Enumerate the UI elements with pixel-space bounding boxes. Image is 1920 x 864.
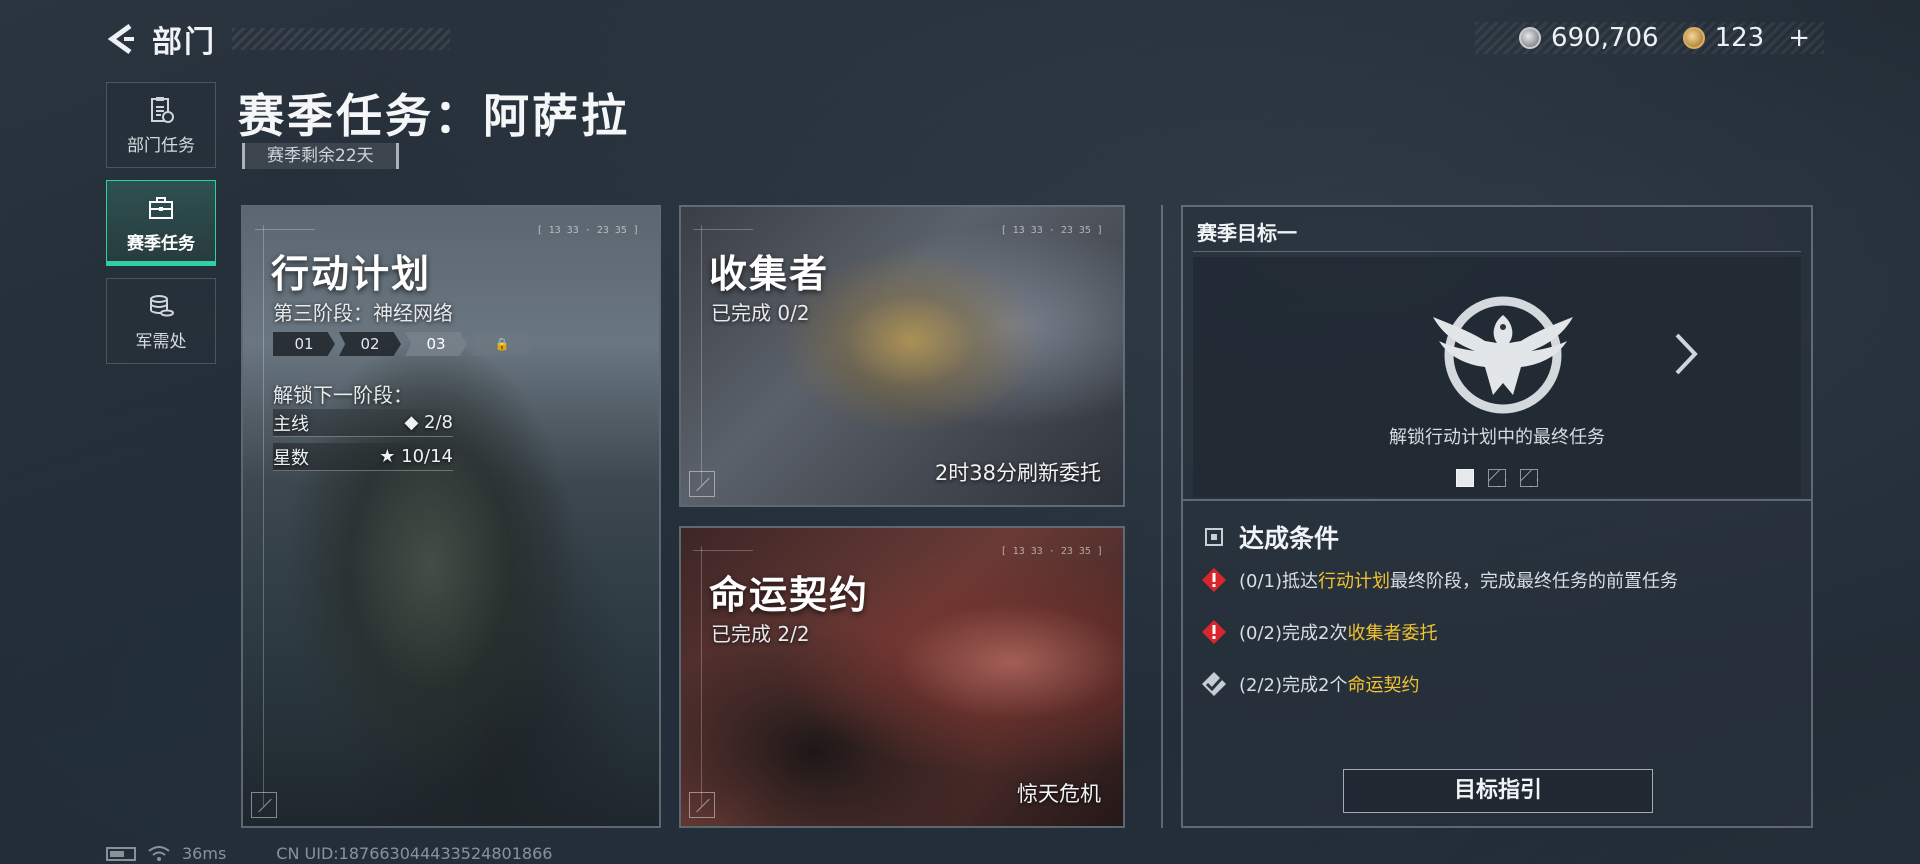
sidebar-item-department-tasks[interactable]: 部门任务 xyxy=(106,82,216,168)
goal-heading: 赛季目标一 xyxy=(1197,221,1297,245)
condition-item: (0/1)抵达行动计划最终阶段，完成最终任务的前置任务 xyxy=(1201,567,1678,593)
task-clipboard-icon xyxy=(151,96,174,123)
operation-plan-card[interactable]: [ 13 33 · 23 35 ] 行动计划 第三阶段：神经网络 01 02 0… xyxy=(241,205,661,828)
stars-value: ★ 10/14 xyxy=(379,446,453,467)
season-goal-panel: 赛季目标一 解锁行动计划中的最终任务 达成条件 (0/1)抵达行动计划最终阶段，… xyxy=(1181,205,1813,828)
warning-diamond-icon xyxy=(1202,568,1226,592)
stage-step: 01 xyxy=(273,332,335,356)
gold-coin-icon xyxy=(1682,27,1705,49)
ping-value: 36ms xyxy=(182,844,227,863)
stars-progress: 星数 ★ 10/14 xyxy=(273,443,453,471)
condition-highlight: 行动计划 xyxy=(1318,571,1391,592)
page-dot[interactable] xyxy=(1520,469,1538,487)
panel-divider xyxy=(1161,205,1163,828)
card-stamp: [ 13 33 · 23 35 ] xyxy=(1000,546,1103,557)
check-diamond-icon xyxy=(1202,672,1226,696)
card-title: 行动计划 xyxy=(271,252,432,296)
warning-diamond-icon xyxy=(1202,620,1226,644)
currency-bar: 690,706 123 + xyxy=(1475,22,1824,54)
add-gold-button[interactable]: + xyxy=(1788,23,1810,53)
sidebar-item-label: 军需处 xyxy=(135,331,187,352)
card-guide-line xyxy=(701,225,702,485)
silver-amount: 690,706 xyxy=(1551,23,1659,53)
condition-item: (0/2)完成2次收集者委托 xyxy=(1201,619,1437,645)
fate-contract-card[interactable]: [ 13 33 · 23 35 ] 命运契约 已完成 2/2 惊天危机 xyxy=(679,526,1125,828)
card-title: 命运契约 xyxy=(709,573,870,617)
page-dot[interactable] xyxy=(1488,469,1506,487)
expand-icon xyxy=(689,471,715,497)
wifi-icon xyxy=(148,845,170,861)
section-square-icon xyxy=(1205,528,1223,546)
sidebar-item-label: 部门任务 xyxy=(127,135,195,156)
card-guide-line xyxy=(701,546,702,806)
stars-label: 星数 xyxy=(273,447,309,469)
header-hatch-decoration xyxy=(232,28,450,50)
contract-name: 惊天危机 xyxy=(1017,782,1101,806)
expand-icon xyxy=(251,792,277,818)
conditions-title: 达成条件 xyxy=(1239,524,1340,553)
stage-step-current: 03 xyxy=(405,332,467,356)
page-title: 赛季任务：阿萨拉 xyxy=(238,89,630,143)
back-nav[interactable]: 部门 xyxy=(104,18,216,60)
user-uid: CN UID:187663044433524801866 xyxy=(276,844,553,863)
condition-text: (2/2)完成2个命运契约 xyxy=(1239,675,1420,696)
card-stamp: [ 13 33 · 23 35 ] xyxy=(1000,225,1103,236)
goal-divider xyxy=(1193,251,1801,252)
sidebar-item-label: 赛季任务 xyxy=(127,233,195,254)
condition-highlight: 收集者委托 xyxy=(1347,623,1438,644)
battery-icon xyxy=(106,846,136,861)
condition-item: (2/2)完成2个命运契约 xyxy=(1201,671,1419,697)
card-guide-line xyxy=(255,229,315,230)
conditions-header: 达成条件 xyxy=(1205,519,1339,555)
unlock-next-stage-label: 解锁下一阶段： xyxy=(273,383,413,407)
sidebar-item-season-tasks[interactable]: 赛季任务 xyxy=(106,180,216,266)
silver-coin-icon xyxy=(1519,27,1542,49)
collector-card[interactable]: [ 13 33 · 23 35 ] 收集者 已完成 0/2 2时38分刷新委托 xyxy=(679,205,1125,507)
condition-text: (0/2)完成2次收集者委托 xyxy=(1239,623,1438,644)
season-briefcase-icon xyxy=(149,196,173,219)
stage-locked-lock-icon: 🔒 xyxy=(471,332,533,356)
contract-progress: 已完成 2/2 xyxy=(711,622,810,646)
back-title: 部门 xyxy=(152,25,216,60)
goal-page-indicator xyxy=(1193,469,1801,487)
card-stamp: [ 13 33 · 23 35 ] xyxy=(536,225,639,236)
card-guide-line xyxy=(693,550,753,551)
stage-progress: 01 02 03 🔒 xyxy=(273,332,533,356)
eagle-emblem-icon xyxy=(1433,296,1573,414)
condition-text: (0/1)抵达行动计划最终阶段，完成最终任务的前置任务 xyxy=(1239,571,1679,592)
status-footer: 36ms CN UID:187663044433524801866 xyxy=(106,844,552,863)
goal-preview: 解锁行动计划中的最终任务 xyxy=(1193,257,1801,497)
plan-phase-label: 第三阶段：神经网络 xyxy=(273,301,453,325)
stage-step: 02 xyxy=(339,332,401,356)
main-quest-progress: 主线 ◆ 2/8 xyxy=(273,409,453,437)
coin-stack-icon xyxy=(150,294,174,316)
expand-icon xyxy=(689,792,715,818)
card-guide-line xyxy=(693,229,753,230)
condition-highlight: 命运契约 xyxy=(1347,675,1420,696)
chevron-right-icon[interactable] xyxy=(1669,329,1703,379)
goal-guide-button[interactable]: 目标指引 xyxy=(1343,769,1653,813)
goal-caption: 解锁行动计划中的最终任务 xyxy=(1389,427,1605,448)
collector-refresh-timer: 2时38分刷新委托 xyxy=(934,461,1101,485)
back-arrow-icon[interactable] xyxy=(104,22,138,56)
main-quest-value: ◆ 2/8 xyxy=(404,412,453,433)
collector-progress: 已完成 0/2 xyxy=(711,301,810,325)
card-guide-line xyxy=(263,225,264,806)
page-dot-active[interactable] xyxy=(1456,469,1474,487)
card-title: 收集者 xyxy=(709,252,830,296)
gold-amount: 123 xyxy=(1714,23,1765,53)
goal-section-divider xyxy=(1183,499,1811,501)
season-time-left-badge: 赛季剩余22天 xyxy=(242,143,399,169)
sidebar-item-quartermaster[interactable]: 军需处 xyxy=(106,278,216,364)
main-quest-label: 主线 xyxy=(273,413,309,435)
